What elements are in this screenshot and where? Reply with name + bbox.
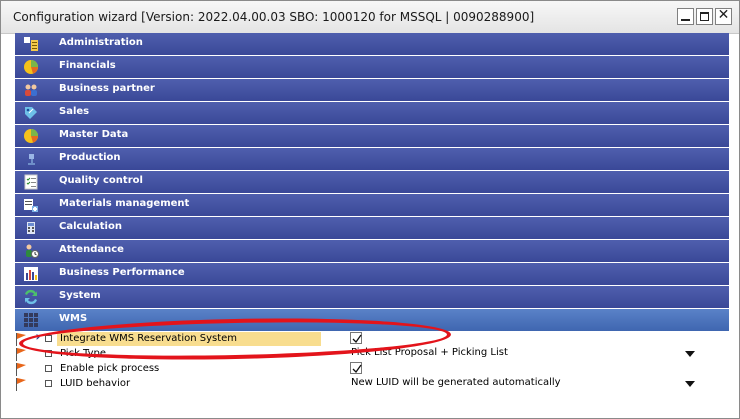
setting-row-integrate-wms[interactable]: ➔ Integrate WMS Reservation System bbox=[15, 332, 729, 347]
calculator-icon bbox=[27, 222, 35, 234]
setting-label: Pick Type bbox=[60, 348, 107, 359]
dropdown-arrow-icon[interactable] bbox=[685, 351, 695, 357]
category-label: Materials management bbox=[59, 198, 190, 209]
category-business-partner[interactable]: Business partner bbox=[15, 79, 729, 101]
checkmark-icon bbox=[352, 364, 362, 374]
category-label: Production bbox=[59, 152, 121, 163]
production-icon bbox=[28, 154, 35, 165]
minimize-button[interactable] bbox=[677, 8, 694, 25]
dropdown-value: New LUID will be generated automatically bbox=[351, 377, 561, 388]
category-label: Business Performance bbox=[59, 267, 185, 278]
category-business-performance[interactable]: Business Performance bbox=[15, 263, 729, 285]
category-label: Business partner bbox=[59, 83, 155, 94]
category-production[interactable]: Production bbox=[15, 148, 729, 170]
window-controls: ✕ bbox=[677, 7, 732, 25]
category-financials[interactable]: Financials bbox=[15, 56, 729, 78]
pie-chart-icon bbox=[24, 60, 38, 74]
category-label: Quality control bbox=[59, 175, 143, 186]
category-label: Master Data bbox=[59, 129, 129, 140]
row-select-checkbox[interactable] bbox=[45, 365, 52, 372]
flag-icon bbox=[16, 363, 26, 376]
category-label: System bbox=[59, 290, 101, 301]
category-label: Calculation bbox=[59, 221, 122, 232]
category-label: Administration bbox=[59, 37, 143, 48]
setting-label: LUID behavior bbox=[60, 378, 131, 389]
maximize-icon bbox=[700, 12, 709, 21]
administration-icon bbox=[24, 37, 38, 51]
checkmark-icon bbox=[352, 334, 362, 344]
category-label: WMS bbox=[59, 313, 88, 324]
wms-settings-list: ➔ Integrate WMS Reservation System Pick … bbox=[15, 332, 729, 392]
flag-icon bbox=[16, 333, 26, 346]
category-label: Financials bbox=[59, 60, 116, 71]
dropdown-value: Pick List Proposal + Picking List bbox=[351, 347, 508, 358]
setting-label: Enable pick process bbox=[60, 363, 160, 374]
maximize-button[interactable] bbox=[696, 8, 713, 25]
row-select-checkbox[interactable] bbox=[45, 350, 52, 357]
close-button[interactable]: ✕ bbox=[715, 7, 732, 25]
sales-icon bbox=[25, 107, 37, 119]
grid-icon bbox=[24, 313, 38, 327]
luid-behavior-dropdown[interactable]: New LUID will be generated automatically bbox=[350, 377, 698, 390]
dropdown-arrow-icon[interactable] bbox=[685, 381, 695, 387]
category-sales[interactable]: Sales bbox=[15, 102, 729, 124]
checklist-icon bbox=[24, 174, 38, 190]
category-quality-control[interactable]: Quality control bbox=[15, 171, 729, 193]
category-system[interactable]: System bbox=[15, 286, 729, 308]
flag-icon bbox=[16, 348, 26, 361]
attendance-icon bbox=[26, 244, 39, 258]
category-materials-management[interactable]: Materials management bbox=[15, 194, 729, 216]
setting-label: Integrate WMS Reservation System bbox=[60, 333, 238, 344]
title-bar[interactable]: Configuration wizard [Version: 2022.04.0… bbox=[1, 1, 739, 34]
integrate-wms-checkbox[interactable] bbox=[350, 332, 362, 344]
category-list: Administration Financials Business partn… bbox=[15, 33, 729, 332]
pie-chart-icon bbox=[24, 129, 38, 143]
row-select-checkbox[interactable] bbox=[45, 335, 52, 342]
category-master-data[interactable]: Master Data bbox=[15, 125, 729, 147]
bar-chart-icon bbox=[24, 267, 38, 281]
system-icon bbox=[25, 289, 37, 305]
setting-row-enable-pick-process[interactable]: Enable pick process bbox=[15, 362, 729, 377]
row-select-checkbox[interactable] bbox=[45, 380, 52, 387]
category-wms[interactable]: WMS bbox=[15, 309, 729, 331]
category-label: Attendance bbox=[59, 244, 124, 255]
setting-row-pick-type[interactable]: Pick Type Pick List Proposal + Picking L… bbox=[15, 347, 729, 362]
pick-type-dropdown[interactable]: Pick List Proposal + Picking List bbox=[350, 347, 698, 360]
people-icon bbox=[25, 84, 37, 96]
materials-icon bbox=[24, 199, 38, 212]
enable-pick-process-checkbox[interactable] bbox=[350, 362, 362, 374]
minimize-icon bbox=[681, 19, 690, 21]
flag-icon bbox=[16, 378, 26, 391]
category-administration[interactable]: Administration bbox=[15, 33, 729, 55]
close-icon: ✕ bbox=[717, 7, 730, 23]
setting-row-luid-behavior[interactable]: LUID behavior New LUID will be generated… bbox=[15, 377, 729, 392]
window-title: Configuration wizard [Version: 2022.04.0… bbox=[13, 10, 535, 24]
category-label: Sales bbox=[59, 106, 90, 117]
category-calculation[interactable]: Calculation bbox=[15, 217, 729, 239]
category-attendance[interactable]: Attendance bbox=[15, 240, 729, 262]
configuration-wizard-window: Configuration wizard [Version: 2022.04.0… bbox=[0, 0, 740, 419]
arrow-icon: ➔ bbox=[32, 332, 41, 343]
